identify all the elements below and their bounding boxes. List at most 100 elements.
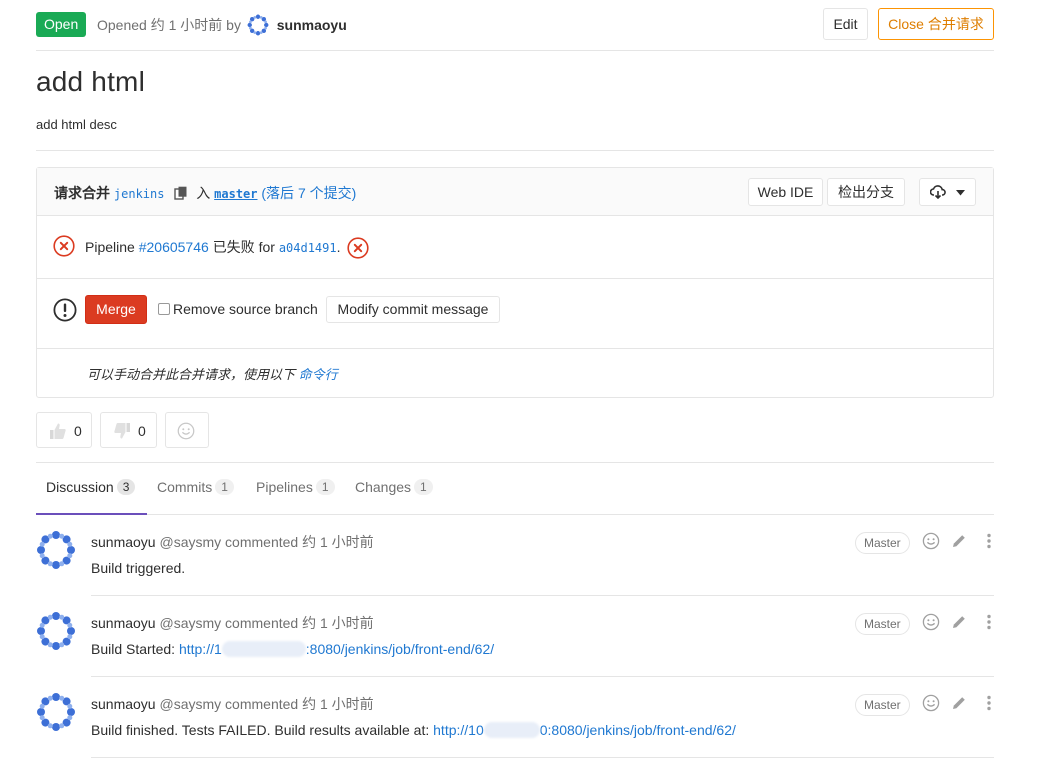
remove-source-branch-checkbox[interactable] <box>158 303 170 315</box>
note-body: Build Started: http://1:8080/jenkins/job… <box>91 641 494 657</box>
warning-icon <box>53 298 77 322</box>
note-text: Build finished. Tests FAILED. Build resu… <box>91 722 430 738</box>
url-end: 0:8080/jenkins/job/front-end/62/ <box>539 722 736 738</box>
source-branch-link[interactable]: jenkins <box>114 187 165 201</box>
behind-commits-link[interactable]: (落后 7 个提交) <box>261 185 356 201</box>
tab-commits[interactable]: Commits 1 <box>157 463 234 515</box>
note-author-link[interactable]: sunmaoyu <box>91 534 156 550</box>
tab-count-badge: 1 <box>414 479 433 495</box>
note-author-link[interactable]: sunmaoyu <box>91 696 156 712</box>
note-author-link[interactable]: sunmaoyu <box>91 615 156 631</box>
url-start: http://10 <box>433 722 484 738</box>
failed-status-icon[interactable] <box>53 235 75 257</box>
pencil-icon[interactable] <box>950 532 968 550</box>
modify-commit-message-button[interactable]: Modify commit message <box>326 296 500 323</box>
note-author-handle: @saysmy <box>159 615 222 631</box>
mr-description: add html desc <box>36 117 117 132</box>
author-link[interactable]: sunmaoyu <box>277 17 347 33</box>
pipeline-id-link[interactable]: #20605746 <box>139 239 209 255</box>
note-divider <box>91 757 994 758</box>
user-avatar-icon[interactable] <box>36 530 76 570</box>
url-end: :8080/jenkins/job/front-end/62/ <box>305 641 495 657</box>
pencil-icon[interactable] <box>950 694 968 712</box>
merge-button[interactable]: Merge <box>85 295 147 324</box>
tab-label: Changes <box>355 479 412 495</box>
role-badge: Master <box>855 613 910 635</box>
note-action: commented <box>225 696 299 712</box>
period: . <box>336 239 341 255</box>
tab-label: Discussion <box>46 479 114 495</box>
more-actions-icon[interactable] <box>980 613 998 631</box>
thumbs-up-count: 0 <box>74 423 82 439</box>
merge-section: Merge Remove source branch Modify commit… <box>37 279 993 349</box>
note-header: sunmaoyu @saysmy commented 约 1 小时前 <box>91 613 374 633</box>
checkout-branch-button[interactable]: 检出分支 <box>827 178 905 206</box>
redacted-host <box>221 641 306 657</box>
branch-info: 请求合并 jenkins 入 master (落后 7 个提交) <box>54 183 356 203</box>
note-header: sunmaoyu @saysmy commented 约 1 小时前 <box>91 532 374 552</box>
thumbs-down-button[interactable]: 0 <box>100 412 157 448</box>
mr-title: add html <box>36 66 145 97</box>
role-badge: Master <box>855 532 910 554</box>
add-reaction-icon[interactable] <box>922 532 940 550</box>
add-reaction-icon[interactable] <box>922 613 940 631</box>
commit-sha-link[interactable]: a04d1491 <box>279 241 337 255</box>
thumbs-up-icon <box>50 423 66 439</box>
add-reaction-button[interactable] <box>165 412 209 448</box>
thumbs-down-icon <box>114 423 130 439</box>
manual-merge-text: 可以手动合并此合并请求，使用以下 <box>87 367 296 382</box>
command-line-link[interactable]: 命令行 <box>299 367 338 382</box>
tab-label: Pipelines <box>256 479 313 495</box>
redacted-host <box>483 722 540 738</box>
user-avatar-icon[interactable] <box>36 692 76 732</box>
pipeline-prefix: Pipeline <box>85 239 135 255</box>
remove-source-branch-option[interactable]: Remove source branch <box>158 301 318 317</box>
mr-widget: 请求合并 jenkins 入 master (落后 7 个提交) Web IDE… <box>36 167 994 398</box>
note-author-handle: @saysmy <box>159 534 222 550</box>
tab-discussion[interactable]: Discussion 3 <box>36 463 147 515</box>
download-dropdown-button[interactable] <box>919 178 976 206</box>
note-time-link[interactable]: 约 1 小时前 <box>302 696 374 712</box>
divider <box>36 150 994 151</box>
note-body: Build finished. Tests FAILED. Build resu… <box>91 722 736 738</box>
more-actions-icon[interactable] <box>980 694 998 712</box>
note-header: sunmaoyu @saysmy commented 约 1 小时前 <box>91 694 374 714</box>
build-url-link[interactable]: http://10 0:8080/jenkins/job/front-end/62… <box>433 722 736 738</box>
edit-button[interactable]: Edit <box>823 8 868 40</box>
request-label: 请求合并 <box>54 185 110 201</box>
tab-changes[interactable]: Changes 1 <box>355 463 433 515</box>
build-url-link[interactable]: http://1 :8080/jenkins/job/front-end/62/ <box>179 641 494 657</box>
add-reaction-icon[interactable] <box>922 694 940 712</box>
discussion-note: sunmaoyu @saysmy commented 约 1 小时前 Build… <box>36 514 994 596</box>
into-label: 入 <box>196 185 211 201</box>
pencil-icon[interactable] <box>950 613 968 631</box>
note-body: Build triggered. <box>91 560 186 576</box>
web-ide-button[interactable]: Web IDE <box>748 178 823 206</box>
note-action: commented <box>225 615 299 631</box>
note-time-link[interactable]: 约 1 小时前 <box>302 615 374 631</box>
failed-mini-status-icon[interactable] <box>347 237 369 259</box>
thumbs-up-button[interactable]: 0 <box>36 412 92 448</box>
cloud-download-icon <box>930 185 946 199</box>
thumbs-down-count: 0 <box>138 423 146 439</box>
tab-pipelines[interactable]: Pipelines 1 <box>256 463 335 515</box>
more-actions-icon[interactable] <box>980 532 998 550</box>
tab-count-badge: 1 <box>315 479 335 495</box>
manual-merge-hint: 可以手动合并此合并请求，使用以下 命令行 <box>87 364 338 383</box>
close-mr-button[interactable]: Close 合并请求 <box>878 8 994 40</box>
tab-count-badge: 3 <box>116 479 136 495</box>
note-time-link[interactable]: 约 1 小时前 <box>302 534 374 550</box>
author-avatar-icon[interactable] <box>247 14 269 36</box>
pipeline-status-section: Pipeline #20605746 已失败 for a04d1491. <box>37 216 993 279</box>
url-start: http://1 <box>178 641 222 657</box>
user-avatar-icon[interactable] <box>36 611 76 651</box>
caret-down-icon <box>956 190 965 196</box>
tab-label: Commits <box>157 479 213 495</box>
remove-source-branch-label: Remove source branch <box>173 301 318 317</box>
mr-tabs: Discussion 3 Commits 1 Pipelines 1 Changes 1 <box>36 462 994 515</box>
tab-count-badge: 1 <box>215 479 234 495</box>
smiley-icon <box>177 422 195 440</box>
copy-icon[interactable] <box>174 186 188 200</box>
target-branch-link[interactable]: master <box>214 187 257 201</box>
discussion-note: sunmaoyu @saysmy commented 约 1 小时前 Build… <box>36 595 994 677</box>
